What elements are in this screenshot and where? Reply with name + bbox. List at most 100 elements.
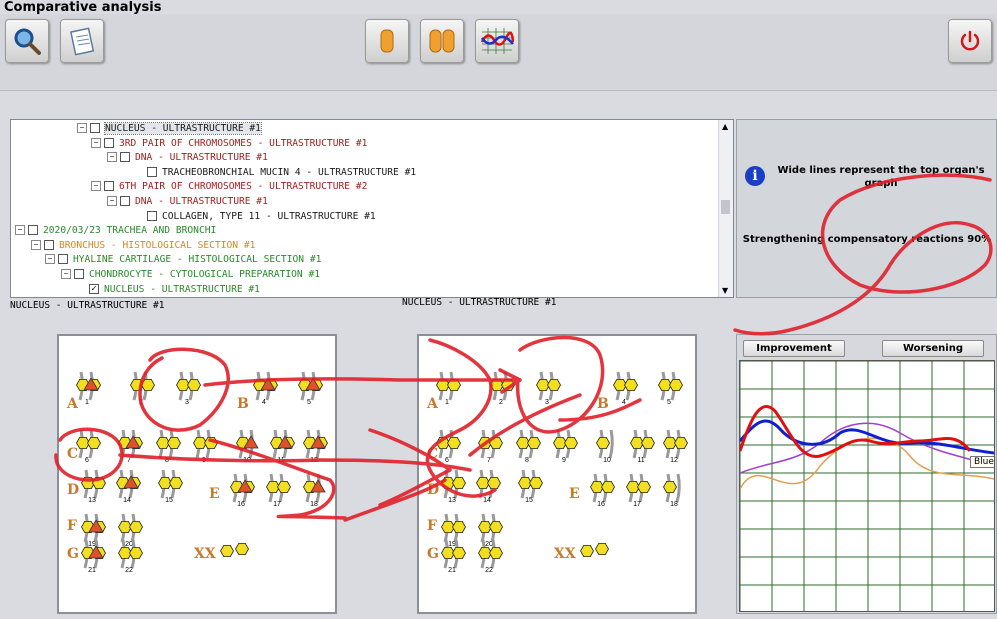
chromosome-number: 7 [127, 457, 131, 464]
tree-expander-icon[interactable]: − [77, 123, 87, 133]
organ-graph[interactable]: Blueto [739, 360, 995, 612]
tree-checkbox[interactable] [104, 181, 114, 192]
tree-checkbox[interactable] [147, 166, 157, 177]
chromosome-pair[interactable]: 14 [116, 469, 141, 504]
chromosome-pair[interactable]: 15 [518, 469, 543, 504]
tree-checkbox[interactable] [104, 137, 114, 148]
chromosome-pair[interactable]: 17 [266, 473, 291, 508]
tree-row[interactable]: − NUCLEUS - ULTRASTRUCTURE #1 [77, 122, 262, 136]
tree-checkbox[interactable] [147, 210, 157, 221]
hexagon-marker [167, 437, 181, 449]
scroll-down-arrow[interactable]: ▼ [722, 286, 728, 295]
chromosome-pair[interactable]: 3 [176, 371, 201, 406]
chromosome-pair[interactable]: 12 [663, 429, 688, 464]
chromosome-pair[interactable]: 16 [230, 473, 255, 508]
chromosome-pair[interactable]: 1 [436, 371, 461, 406]
chromosome-pair[interactable]: 11 [630, 429, 655, 464]
tree-expander-icon[interactable]: − [45, 254, 55, 265]
chromosome-pair[interactable]: 7 [118, 429, 143, 464]
chromosome-number: 18 [670, 501, 678, 508]
chromosome-pair[interactable]: 2 [130, 371, 155, 406]
dual-view-button[interactable] [420, 19, 464, 63]
chromosome-pair[interactable]: 10 [236, 429, 259, 464]
tree-row[interactable]: − 2020/03/23 TRACHEA AND BRONCHI [15, 224, 216, 238]
chromosome-pair[interactable]: 14 [476, 469, 501, 504]
improvement-button[interactable]: Improvement [743, 340, 845, 357]
tree-row[interactable]: TRACHEOBRONCHIAL MUCIN 4 - ULTRASTRUCTUR… [135, 166, 416, 180]
chromosome-pair[interactable]: 11 [270, 429, 295, 464]
tree-expander-icon[interactable]: − [91, 181, 101, 192]
notes-button[interactable] [60, 19, 104, 63]
tree-row[interactable]: − 6TH PAIR OF CHROMOSOMES - ULTRASTRUCTUR… [91, 180, 367, 194]
structure-tree[interactable]: ▲ ▼ − NUCLEUS - ULTRASTRUCTURE #1−3RD PAI… [10, 119, 734, 298]
tree-row[interactable]: − DNA - ULTRASTRUCTURE #1 [107, 195, 268, 209]
chromosome-pair[interactable]: 5 [658, 371, 683, 406]
chromosome-pair[interactable]: 12 [303, 429, 328, 464]
chromosome-number: 16 [237, 501, 245, 508]
tree-row[interactable]: − DNA - ULTRASTRUCTURE #1 [107, 151, 268, 165]
sex-chromosome-pair[interactable] [220, 542, 249, 558]
tree-checkbox[interactable] [44, 239, 54, 250]
chromosome-pair[interactable]: 4 [253, 371, 278, 406]
tree-checkbox[interactable] [120, 152, 130, 163]
chromosome-pair[interactable]: 2 [490, 371, 515, 406]
chromosome-pair[interactable]: 9 [193, 429, 218, 464]
chromosome-pair[interactable]: 6 [76, 429, 101, 464]
chromosome-pair[interactable]: 13 [441, 469, 466, 504]
chromosome-pair[interactable]: 13 [81, 469, 106, 504]
chromosome-pair[interactable]: 6 [436, 429, 461, 464]
chromosome-pair[interactable]: 4 [613, 371, 638, 406]
tree-expander-icon[interactable]: − [15, 225, 25, 236]
chromosome-pair[interactable]: 17 [626, 473, 651, 508]
tree-row[interactable]: − BRONCHUS - HISTOLOGICAL SECTION #1 [31, 239, 255, 253]
organ-graph-canvas [740, 361, 994, 611]
chromosome-number: 1 [85, 399, 89, 406]
chromosome-number: 2 [499, 399, 503, 406]
single-view-button[interactable] [365, 19, 409, 63]
sex-chromosome-pair[interactable] [580, 542, 609, 558]
graph-view-button[interactable] [475, 19, 519, 63]
tree-expander-icon[interactable]: − [107, 196, 117, 206]
tree-checkbox[interactable]: ✓ [89, 283, 99, 294]
chromosome-pair[interactable]: 8 [516, 429, 541, 464]
chromosome-pair[interactable]: 16 [590, 473, 615, 508]
tree-checkbox[interactable] [90, 123, 100, 133]
chromosome-number: 5 [667, 399, 671, 406]
group-label: D [67, 482, 79, 498]
chromosome-pair[interactable]: 8 [156, 429, 181, 464]
chromosome-pair[interactable]: 1 [76, 371, 101, 406]
chromosome-pair[interactable]: 10 [596, 429, 614, 464]
scroll-up-arrow[interactable]: ▲ [722, 122, 728, 131]
tree-checkbox[interactable] [120, 196, 130, 206]
chromosome-number: 6 [85, 457, 89, 464]
hexagon-marker [489, 546, 503, 560]
tree-row[interactable]: COLLAGEN, TYPE 11 - ULTRASTRUCTURE #1 [135, 210, 376, 224]
worsening-button[interactable]: Worsening [882, 340, 984, 357]
chromosome-pair[interactable]: 18 [303, 473, 326, 508]
tree-row[interactable]: ✓ NUCLEUS - ULTRASTRUCTURE #1 [77, 283, 260, 297]
hexagon-marker [489, 520, 503, 534]
tree-scrollbar[interactable]: ▲ ▼ [718, 120, 733, 297]
tree-row[interactable]: − 3RD PAIR OF CHROMOSOMES - ULTRASTRUCTUR… [91, 137, 367, 151]
chromosome-number: 3 [185, 399, 189, 406]
tree-checkbox[interactable] [58, 254, 68, 265]
chromosome-pair[interactable]: 3 [536, 371, 561, 406]
toolbar [0, 14, 997, 91]
left-panel-caption: NUCLEUS - ULTRASTRUCTURE #1 [10, 300, 165, 311]
tree-expander-icon[interactable]: − [61, 269, 71, 279]
tree-row[interactable]: − HYALINE CARTILAGE - HISTOLOGICAL SECTIO… [45, 253, 321, 267]
chromosome-pair[interactable]: 18 [663, 473, 681, 508]
tree-expander-icon[interactable]: − [31, 239, 41, 250]
chromosome-pair[interactable]: 9 [553, 429, 578, 464]
tree-checkbox[interactable] [74, 269, 84, 279]
tree-expander-icon[interactable]: − [91, 137, 101, 148]
scroll-thumb[interactable] [721, 200, 730, 214]
tree-expander-icon[interactable]: − [107, 152, 117, 163]
chromosome-pair[interactable]: 7 [478, 429, 503, 464]
chromosome-pair[interactable]: 15 [158, 469, 183, 504]
tree-checkbox[interactable] [28, 225, 38, 236]
power-button[interactable] [948, 19, 992, 63]
search-button[interactable] [5, 19, 49, 63]
tree-row[interactable]: − CHONDROCYTE - CYTOLOGICAL PREPARATION #… [61, 268, 320, 282]
chromosome-pair[interactable]: 5 [298, 371, 323, 406]
